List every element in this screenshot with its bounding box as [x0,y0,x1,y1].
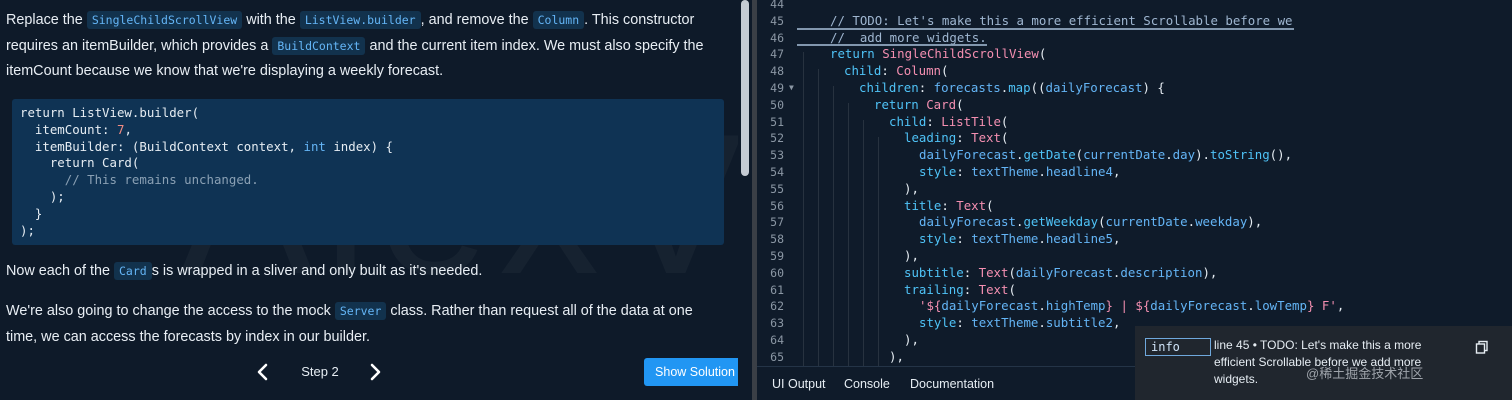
show-solution-button[interactable]: Show Solution [644,358,746,386]
code-line: 52 leading: Text( [770,130,1009,146]
fold-arrow-icon[interactable]: ▼ [789,80,794,97]
code-line: 51 child: ListTile( [770,113,1009,129]
code-editor[interactable]: 44 45// TODO: Let's make this a more eff… [757,0,1512,366]
code-line: 61 trailing: Text( [770,281,1016,297]
site-watermark: @稀土掘金技术社区 [1306,366,1424,381]
tab-console[interactable]: Console [844,377,890,391]
todo-squiggle [797,28,1294,30]
instruction-paragraph-3: We're also going to change the access to… [6,302,693,345]
copy-button[interactable] [1475,340,1489,354]
instruction-paragraph-2: Now each of the Card s is wrapped in a sl… [6,262,483,280]
chevron-right-icon [370,363,381,381]
code-line: 53 dailyForecast.getDate(currentDate.day)… [770,147,1293,163]
instruction-paragraph-1: Replace the SingleChildScrollView with t… [6,11,704,80]
code-line: 49 ▼ children: forecasts.map((dailyForecas… [770,80,1165,97]
next-step-button[interactable] [360,357,390,387]
instructions-panel: AlexV525 Replace the SingleChildScrollVi… [0,0,752,400]
tab-ui-output[interactable]: UI Output [772,377,826,391]
code-line: 58 style: textTheme.headline5, [770,231,1121,247]
inline-code: ListView.builder [299,11,421,29]
code-line: 59), [770,248,919,263]
code-line: 55), [770,180,919,196]
inline-code: Column [532,11,585,29]
code-line: 57 dailyForecast.getWeekday(currentDate.w… [770,214,1263,230]
inline-code: Card [114,262,152,280]
info-badge: info [1145,338,1211,356]
code-snippet: return ListView.builder( itemCount: 7, i… [12,99,724,245]
instructions-scrollbar-thumb[interactable] [741,0,749,176]
code-line: 60 subtitle: Text(dailyForecast.descripti… [770,264,1218,280]
code-line: 44 [770,0,784,11]
previous-step-button[interactable] [248,357,278,387]
inline-code: SingleChildScrollView [86,11,243,29]
step-label: Step 2 [301,364,339,379]
code-line: 50 return Card( [770,96,964,112]
code-line: 47 return SingleChildScrollView( [770,46,1047,62]
tab-documentation[interactable]: Documentation [910,377,994,391]
inline-code: BuildContext [272,36,366,55]
inline-code: Server [334,302,387,320]
code-line: 54 style: textTheme.headline4, [770,164,1121,179]
code-line: 48 child: Column( [770,63,949,79]
copy-icon [1475,340,1488,354]
chevron-left-icon [257,363,268,381]
code-line: 62 '${dailyForecast.highTemp} | ${dailyFo… [770,298,1345,314]
step-navigation: Step 2 Show Solution [0,355,752,389]
code-line: 56 title: Text( [770,197,994,213]
